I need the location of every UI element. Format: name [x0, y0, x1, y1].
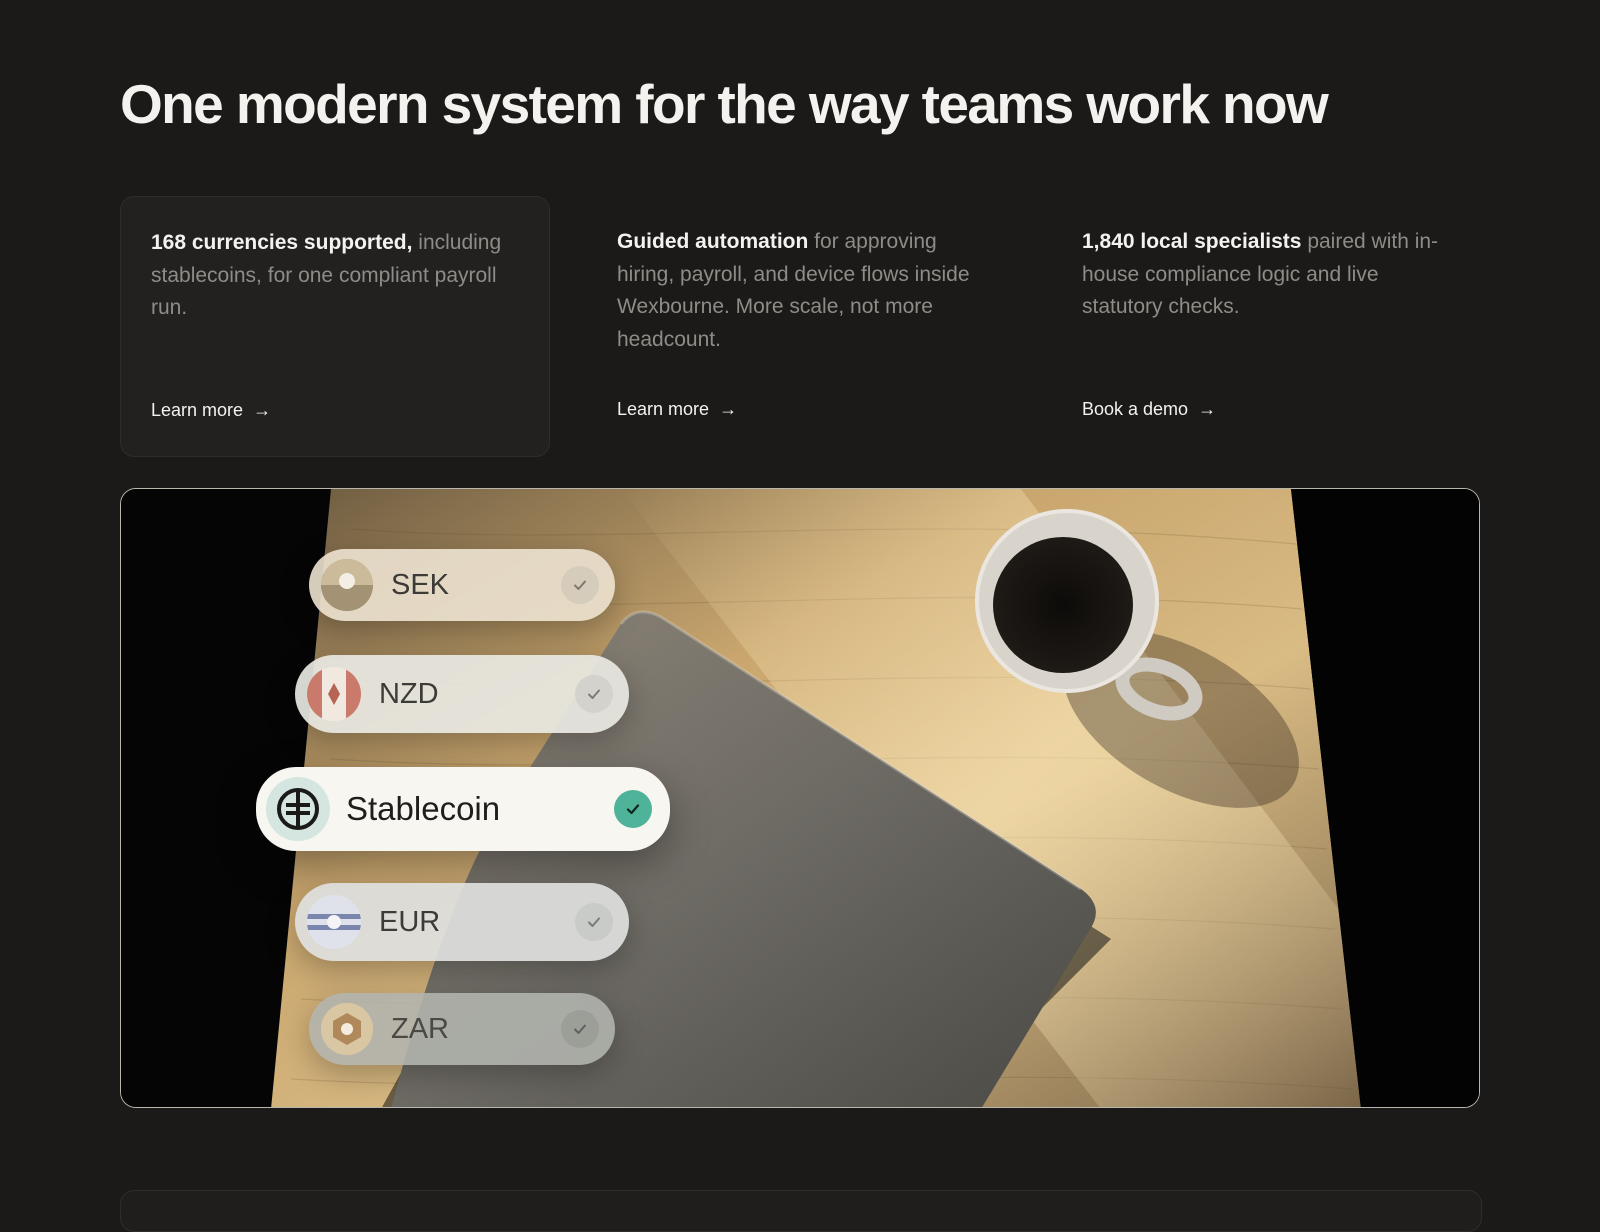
- feature-card-currencies: 168 currencies supported, including stab…: [120, 196, 550, 457]
- currency-label: EUR: [379, 905, 441, 938]
- feature-description: 168 currencies supported, including stab…: [151, 227, 519, 325]
- next-section-card: [120, 1190, 1482, 1232]
- stablecoin-icon: [266, 777, 330, 841]
- feature-automation: Guided automation for approving hiring, …: [587, 196, 1017, 457]
- feature-highlight: Guided automation: [617, 230, 809, 253]
- sek-flag-icon: [321, 559, 373, 611]
- check-icon: [614, 790, 652, 828]
- currency-label: ZAR: [391, 1012, 449, 1045]
- hero-image-panel: SEK NZD Stablecoin EUR ZAR: [120, 488, 1480, 1108]
- check-icon: [561, 566, 599, 604]
- arrow-right-icon: →: [1198, 399, 1217, 419]
- check-icon: [575, 903, 613, 941]
- feature-description: 1,840 local specialists paired with in-h…: [1082, 226, 1452, 324]
- currency-label: Stablecoin: [346, 790, 501, 827]
- arrow-right-icon: →: [719, 399, 738, 419]
- feature-specialists: 1,840 local specialists paired with in-h…: [1052, 196, 1482, 457]
- zar-flag-icon: [321, 1003, 373, 1055]
- currency-option-sek[interactable]: SEK: [309, 549, 615, 621]
- feature-description: Guided automation for approving hiring, …: [617, 226, 987, 356]
- book-demo-link[interactable]: Book a demo →: [1082, 399, 1216, 420]
- feature-highlight: 168 currencies supported,: [151, 231, 413, 254]
- cta-label: Learn more: [617, 399, 710, 419]
- arrow-right-icon: →: [253, 400, 272, 420]
- cta-label: Learn more: [151, 400, 244, 420]
- currency-option-eur[interactable]: EUR: [295, 883, 629, 961]
- learn-more-link[interactable]: Learn more →: [151, 400, 271, 421]
- section-headline: One modern system for the way teams work…: [120, 73, 1329, 135]
- check-icon: [561, 1010, 599, 1048]
- currency-option-stablecoin[interactable]: Stablecoin: [256, 767, 670, 851]
- eur-flag-icon: [307, 895, 361, 949]
- currency-option-nzd[interactable]: NZD: [295, 655, 629, 733]
- currency-label: SEK: [391, 568, 450, 601]
- cta-label: Book a demo: [1082, 399, 1189, 419]
- learn-more-link[interactable]: Learn more →: [617, 399, 737, 420]
- nzd-flag-icon: [307, 667, 361, 721]
- check-icon: [575, 675, 613, 713]
- currency-option-zar[interactable]: ZAR: [309, 993, 615, 1065]
- currency-label: NZD: [379, 677, 439, 710]
- feature-highlight: 1,840 local specialists: [1082, 230, 1302, 253]
